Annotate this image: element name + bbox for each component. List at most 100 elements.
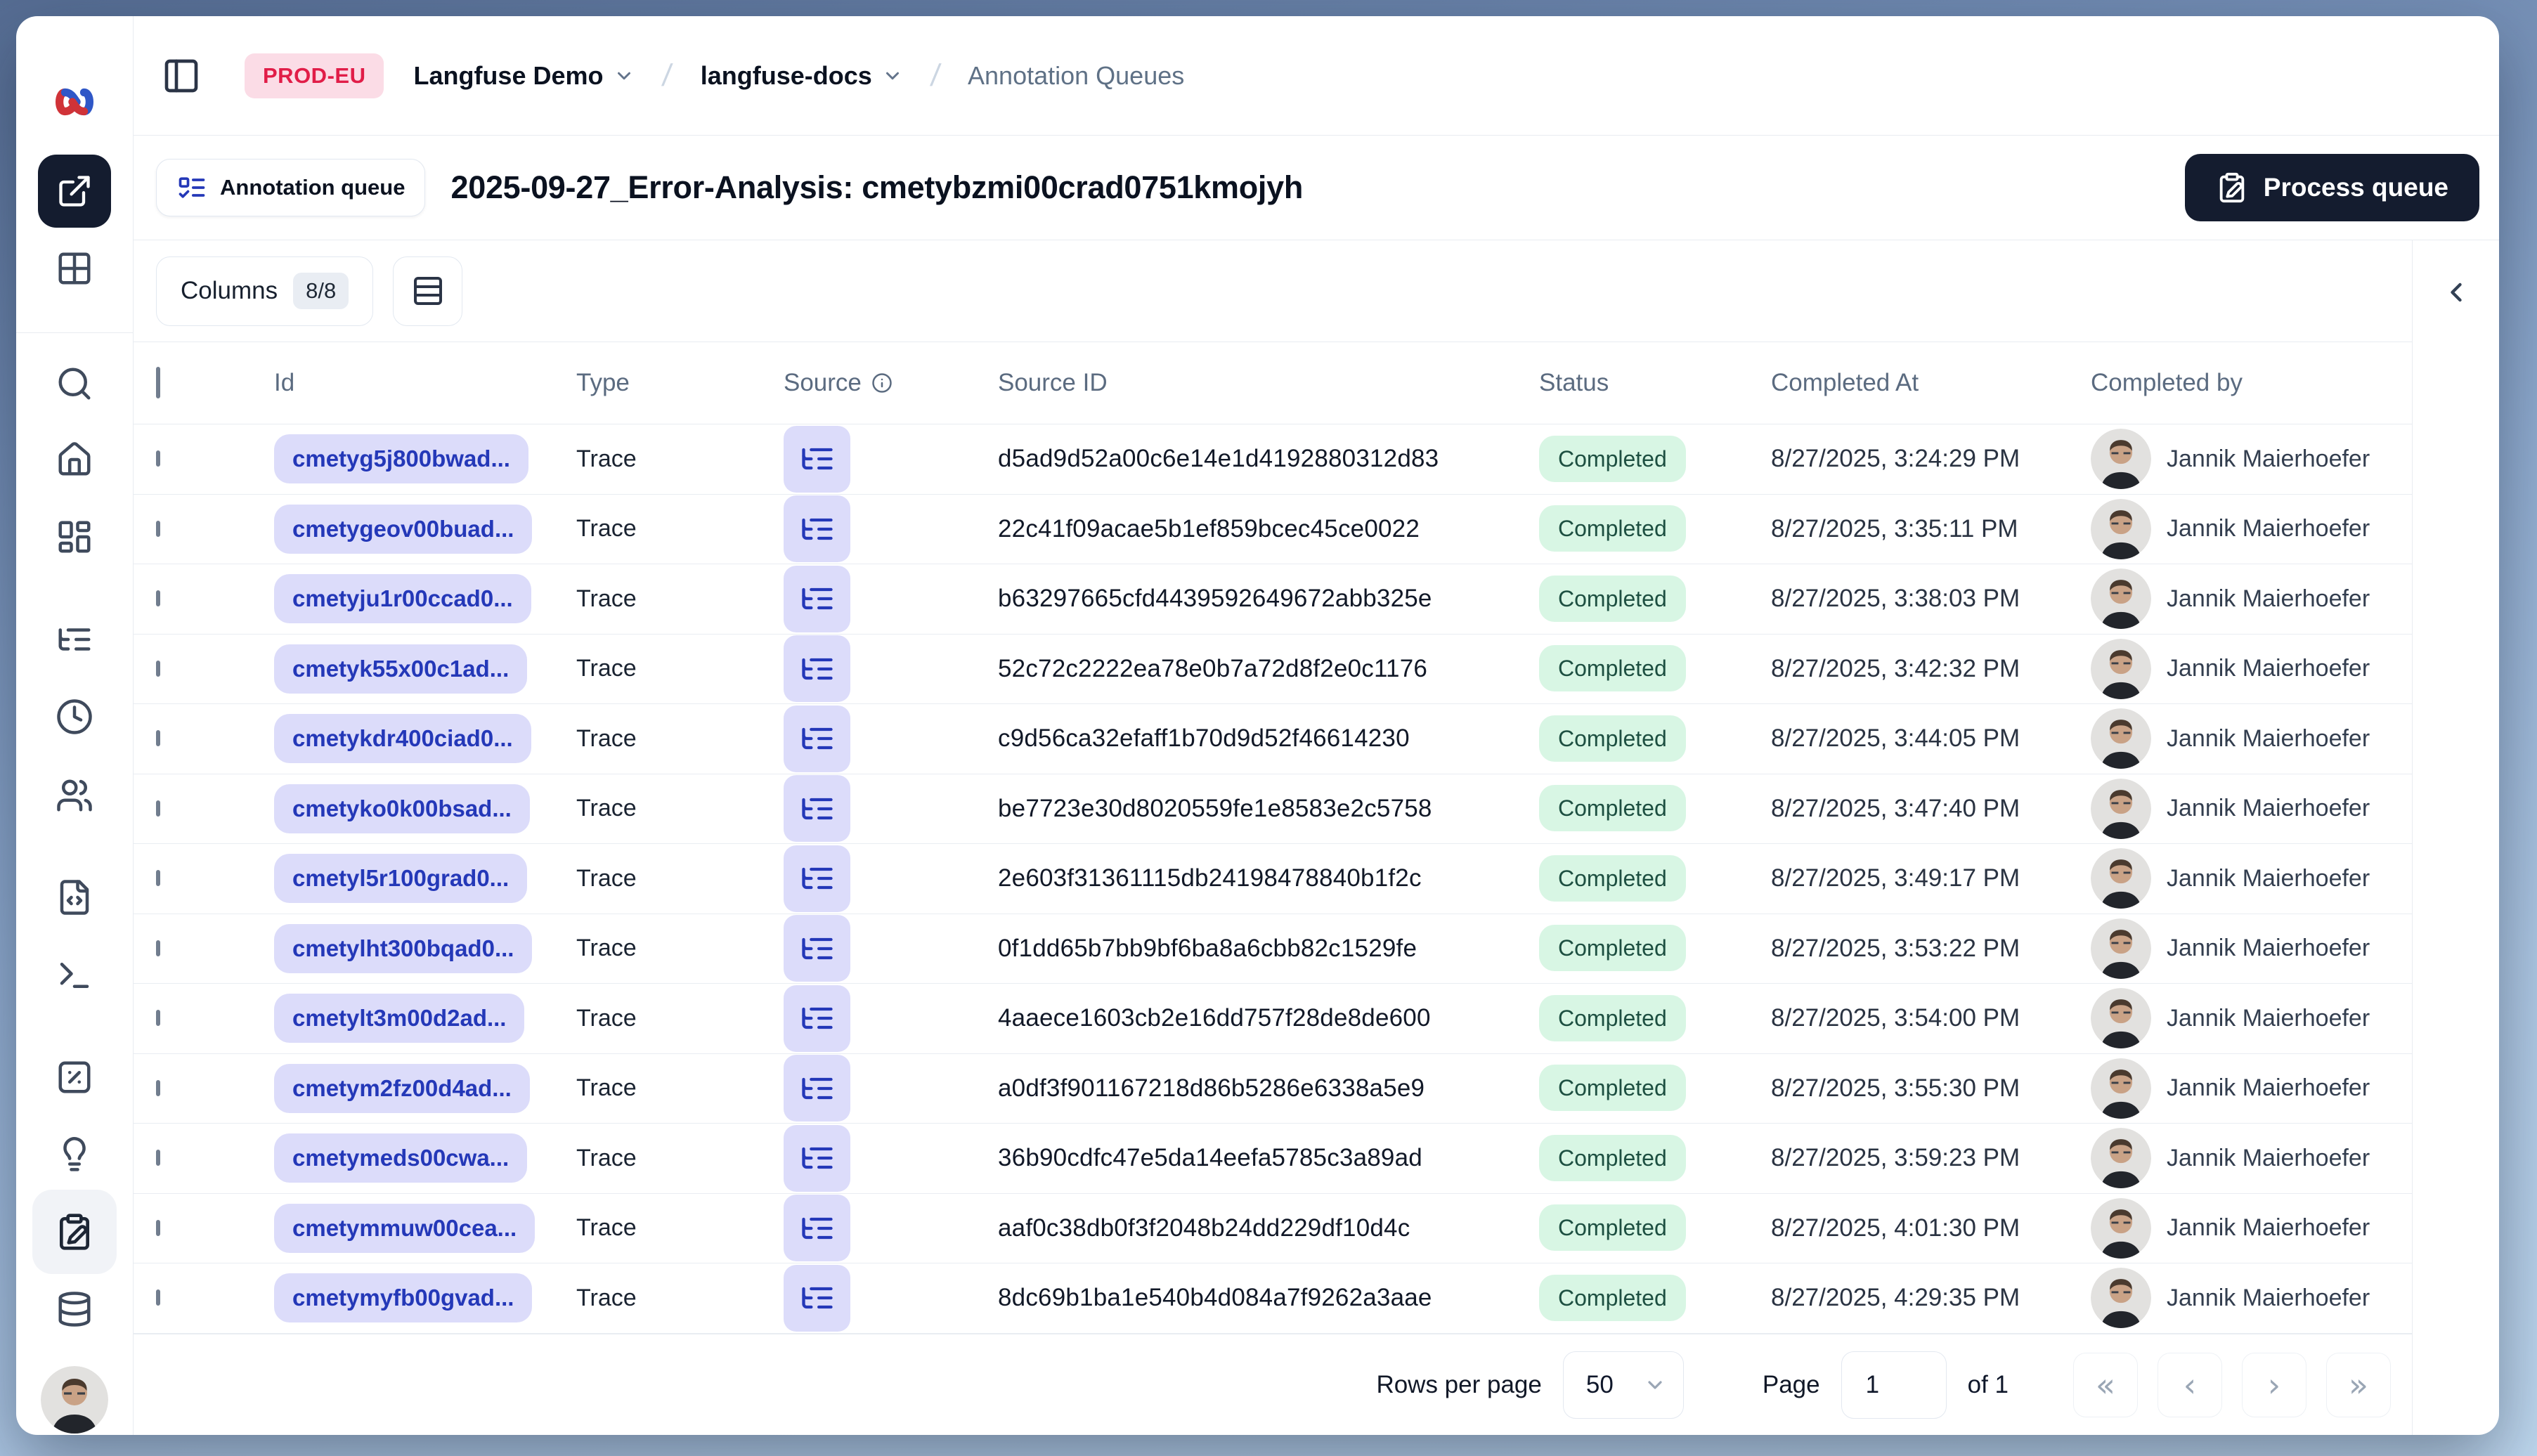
row-id-badge[interactable]: cmetyg5j800bwad... [274, 434, 528, 484]
user-avatar [2091, 638, 2151, 699]
source-trace-link[interactable] [784, 845, 850, 912]
source-trace-link[interactable] [784, 565, 850, 632]
row-id-badge[interactable]: cmetyju1r00ccad0... [274, 574, 531, 624]
sidebar-item-tables[interactable] [56, 249, 93, 287]
source-trace-link[interactable] [784, 705, 850, 772]
breadcrumb-separator: / [660, 58, 674, 93]
column-header-completed-at[interactable]: Completed At [1771, 369, 2091, 397]
table-row[interactable]: cmetyko0k00bsad... Trace be7723e30d80205… [134, 774, 2412, 844]
sidebar-item-search[interactable] [56, 365, 93, 403]
row-checkbox[interactable] [156, 1079, 160, 1096]
row-id-badge[interactable]: cmetykdr400ciad0... [274, 714, 531, 764]
row-checkbox[interactable] [156, 520, 160, 537]
row-id-badge[interactable]: cmetymmuw00cea... [274, 1203, 536, 1253]
select-all-checkbox[interactable] [156, 367, 160, 398]
source-trace-link[interactable] [784, 1055, 850, 1122]
table-row[interactable]: cmetyl5r100grad0... Trace 2e603f31361115… [134, 844, 2412, 914]
row-id-badge[interactable]: cmetylht300bqad0... [274, 923, 533, 973]
source-trace-link[interactable] [784, 984, 850, 1052]
next-page-button[interactable]: › [2242, 1352, 2306, 1417]
breadcrumb-organization[interactable]: Langfuse Demo [413, 61, 634, 91]
source-trace-link[interactable] [784, 1264, 850, 1332]
collapse-panel-button[interactable] [2434, 270, 2479, 315]
column-header-source[interactable]: Source [784, 369, 998, 397]
user-avatar[interactable] [41, 1366, 108, 1434]
first-page-button[interactable]: « [2073, 1352, 2138, 1417]
breadcrumb-project[interactable]: langfuse-docs [701, 61, 903, 91]
table-row[interactable]: cmetymyfb00gvad... Trace 8dc69b1ba1e540b… [134, 1263, 2412, 1334]
sidebar-item-playground[interactable] [56, 956, 93, 994]
table-row[interactable]: cmetyg5j800bwad... Trace d5ad9d52a00c6e1… [134, 424, 2412, 495]
row-checkbox[interactable] [156, 1150, 160, 1166]
row-id-badge[interactable]: cmetyk55x00c1ad... [274, 644, 528, 694]
row-checkbox[interactable] [156, 730, 160, 747]
title-bar: Annotation queue 2025-09-27_Error-Analys… [134, 136, 2499, 240]
row-checkbox[interactable] [156, 1219, 160, 1236]
row-id-badge[interactable]: cmetyko0k00bsad... [274, 784, 530, 833]
sidebar-item-traces[interactable] [56, 620, 93, 658]
previous-page-button[interactable]: ‹ [2158, 1352, 2222, 1417]
row-type: Trace [576, 1074, 637, 1102]
sidebar-item-go-to-project[interactable] [38, 155, 111, 228]
column-header-source-id[interactable]: Source ID [998, 369, 1539, 397]
row-checkbox[interactable] [156, 940, 160, 956]
column-header-status[interactable]: Status [1539, 369, 1771, 397]
table-row[interactable]: cmetykdr400ciad0... Trace c9d56ca32efaff… [134, 704, 2412, 774]
row-checkbox[interactable] [156, 1010, 160, 1027]
list-tree-icon [799, 930, 836, 967]
source-trace-link[interactable] [784, 635, 850, 703]
sidebar-item-sessions[interactable] [56, 698, 93, 736]
row-checkbox[interactable] [156, 590, 160, 607]
table-row[interactable]: cmetym2fz00d4ad... Trace a0df3f901167218… [134, 1054, 2412, 1124]
sidebar-item-evaluation[interactable] [56, 1058, 93, 1096]
column-header-type[interactable]: Type [576, 369, 784, 397]
sidebar-item-home[interactable] [56, 441, 93, 479]
source-trace-link[interactable] [784, 1124, 850, 1192]
row-id-badge[interactable]: cmetymyfb00gvad... [274, 1273, 533, 1323]
sidebar-item-annotation-queues[interactable] [32, 1190, 117, 1274]
row-checkbox[interactable] [156, 450, 160, 467]
sidebar-toggle-icon[interactable] [162, 56, 201, 96]
row-height-button[interactable] [393, 256, 463, 326]
sidebar-item-insights[interactable] [56, 1136, 93, 1174]
source-trace-link[interactable] [784, 915, 850, 982]
process-queue-button[interactable]: Process queue [2184, 154, 2479, 221]
annotation-queue-type-badge[interactable]: Annotation queue [156, 159, 426, 216]
table-row[interactable]: cmetyju1r00ccad0... Trace b63297665cfd44… [134, 564, 2412, 635]
page-number-input[interactable] [1841, 1351, 1947, 1419]
columns-button[interactable]: Columns 8/8 [156, 256, 374, 326]
sidebar-item-prompts[interactable] [56, 878, 93, 916]
sidebar-item-dashboards[interactable] [56, 518, 93, 556]
column-header-id[interactable]: Id [274, 369, 576, 397]
rows-per-page-select[interactable]: 50 [1562, 1351, 1684, 1419]
row-checkbox[interactable] [156, 870, 160, 887]
list-tree-icon [799, 860, 836, 897]
table-row[interactable]: cmetyk55x00c1ad... Trace 52c72c2222ea78e… [134, 635, 2412, 704]
sidebar-item-users[interactable] [56, 776, 93, 814]
row-checkbox[interactable] [156, 800, 160, 817]
table-row[interactable]: cmetymmuw00cea... Trace aaf0c38db0f3f204… [134, 1194, 2412, 1263]
environment-badge[interactable]: PROD-EU [245, 53, 384, 98]
row-id-badge[interactable]: cmetylt3m00d2ad... [274, 994, 525, 1044]
table-row[interactable]: cmetylht300bqad0... Trace 0f1dd65b7bb9bf… [134, 914, 2412, 984]
row-checkbox[interactable] [156, 660, 160, 677]
info-icon[interactable] [871, 372, 893, 394]
row-id-badge[interactable]: cmetym2fz00d4ad... [274, 1063, 530, 1113]
row-id-badge[interactable]: cmetygeov00buad... [274, 504, 533, 554]
column-header-completed-by[interactable]: Completed by [2091, 369, 2412, 397]
sidebar-item-datasets[interactable] [56, 1290, 93, 1328]
source-trace-link[interactable] [784, 425, 850, 493]
table-row[interactable]: cmetymeds00cwa... Trace 36b90cdfc47e5da1… [134, 1124, 2412, 1194]
table-row[interactable]: cmetylt3m00d2ad... Trace 4aaece1603cb2e1… [134, 984, 2412, 1054]
row-id-badge[interactable]: cmetyl5r100grad0... [274, 854, 528, 904]
last-page-button[interactable]: » [2326, 1352, 2391, 1417]
source-trace-link[interactable] [784, 775, 850, 843]
table-row[interactable]: cmetygeov00buad... Trace 22c41f09acae5b1… [134, 495, 2412, 564]
row-completed-at: 8/27/2025, 3:47:40 PM [1771, 794, 2020, 822]
row-id-badge[interactable]: cmetymeds00cwa... [274, 1133, 528, 1183]
source-trace-link[interactable] [784, 1195, 850, 1262]
breadcrumb-section[interactable]: Annotation Queues [968, 61, 1184, 91]
row-checkbox[interactable] [156, 1289, 160, 1306]
source-trace-link[interactable] [784, 495, 850, 563]
user-avatar [2091, 1197, 2151, 1259]
